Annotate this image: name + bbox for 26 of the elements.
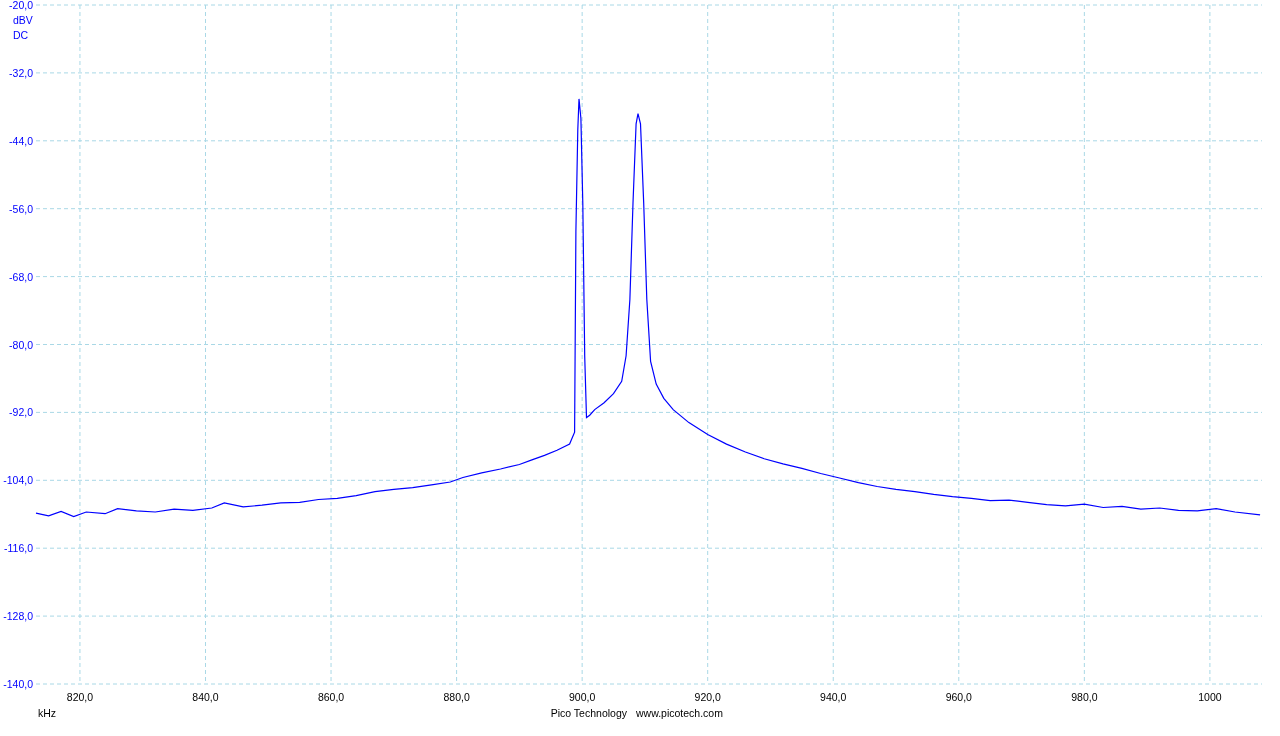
x-tick-label: 840,0 bbox=[192, 691, 219, 703]
x-tick-label: 900,0 bbox=[569, 691, 596, 703]
y-tick-label: -44,0 bbox=[9, 134, 33, 147]
y-tick-label: -68,0 bbox=[9, 270, 33, 283]
x-tick-label: 980,0 bbox=[1071, 691, 1098, 703]
y-tick-label: -32,0 bbox=[9, 66, 33, 79]
y-tick-label: -128,0 bbox=[3, 610, 33, 623]
website-label: www.picotech.com bbox=[636, 707, 723, 719]
y-tick-label: -56,0 bbox=[9, 202, 33, 215]
x-tick-label: 880,0 bbox=[443, 691, 470, 703]
x-tick-label: 820,0 bbox=[66, 691, 94, 703]
y-tick-label: -104,0 bbox=[3, 474, 33, 487]
y-tick-label: -116,0 bbox=[4, 542, 33, 555]
x-tick-label: 940,0 bbox=[820, 691, 847, 703]
x-tick-label: 1000 bbox=[1198, 691, 1222, 703]
x-unit-label: kHz bbox=[38, 707, 57, 719]
y-tick-label: -92,0 bbox=[9, 406, 33, 419]
brand-label: Pico Technology bbox=[550, 707, 627, 719]
coupling-label: DC bbox=[13, 29, 29, 41]
y-tick-label: -80,0 bbox=[9, 338, 33, 351]
x-tick-label: 860,0 bbox=[317, 691, 345, 703]
x-tick-label: 960,0 bbox=[945, 691, 972, 703]
y-unit-label: dBV bbox=[13, 14, 33, 26]
x-tick-label: 920,0 bbox=[694, 691, 721, 703]
y-tick-label: -20,0 bbox=[9, 0, 33, 11]
y-tick-label: -140,0 bbox=[3, 678, 33, 690]
